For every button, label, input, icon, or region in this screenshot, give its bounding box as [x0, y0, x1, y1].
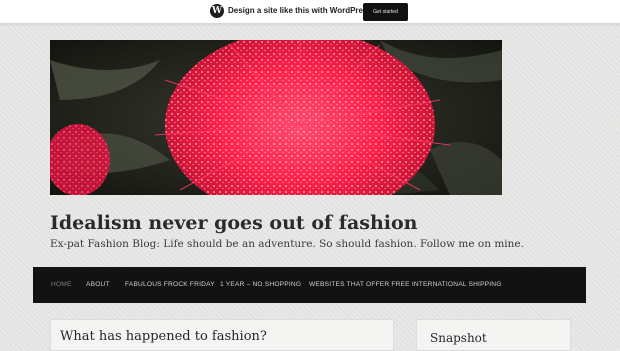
site-title[interactable]: Idealism never goes out of fashion — [50, 210, 417, 236]
get-started-button[interactable]: Get started — [363, 3, 408, 21]
post-card: What has happened to fashion? — [50, 319, 394, 351]
wordpress-logo-icon[interactable]: W — [210, 4, 224, 18]
main-navigation: Home About Fabulous Frock Friday 1 year … — [33, 267, 586, 303]
wordpress-promo-bar: W Design a site like this with WordPress… — [0, 0, 620, 24]
nav-home[interactable]: Home — [51, 267, 72, 303]
nav-about[interactable]: About — [86, 267, 110, 303]
site-tagline: Ex-pat Fashion Blog: Life should be an a… — [50, 238, 524, 250]
flower-photo-icon — [50, 40, 502, 195]
nav-1-year-no-shopping[interactable]: 1 year – no shopping — [220, 267, 301, 303]
sidebar-widget: Snapshot — [416, 319, 571, 351]
nav-free-international-shipping[interactable]: Websites that offer free international s… — [309, 267, 502, 303]
widget-title: Snapshot — [430, 331, 487, 345]
nav-fabulous-frock-friday[interactable]: Fabulous Frock Friday — [125, 267, 215, 303]
post-title[interactable]: What has happened to fashion? — [60, 328, 267, 346]
header-image[interactable] — [50, 40, 502, 195]
